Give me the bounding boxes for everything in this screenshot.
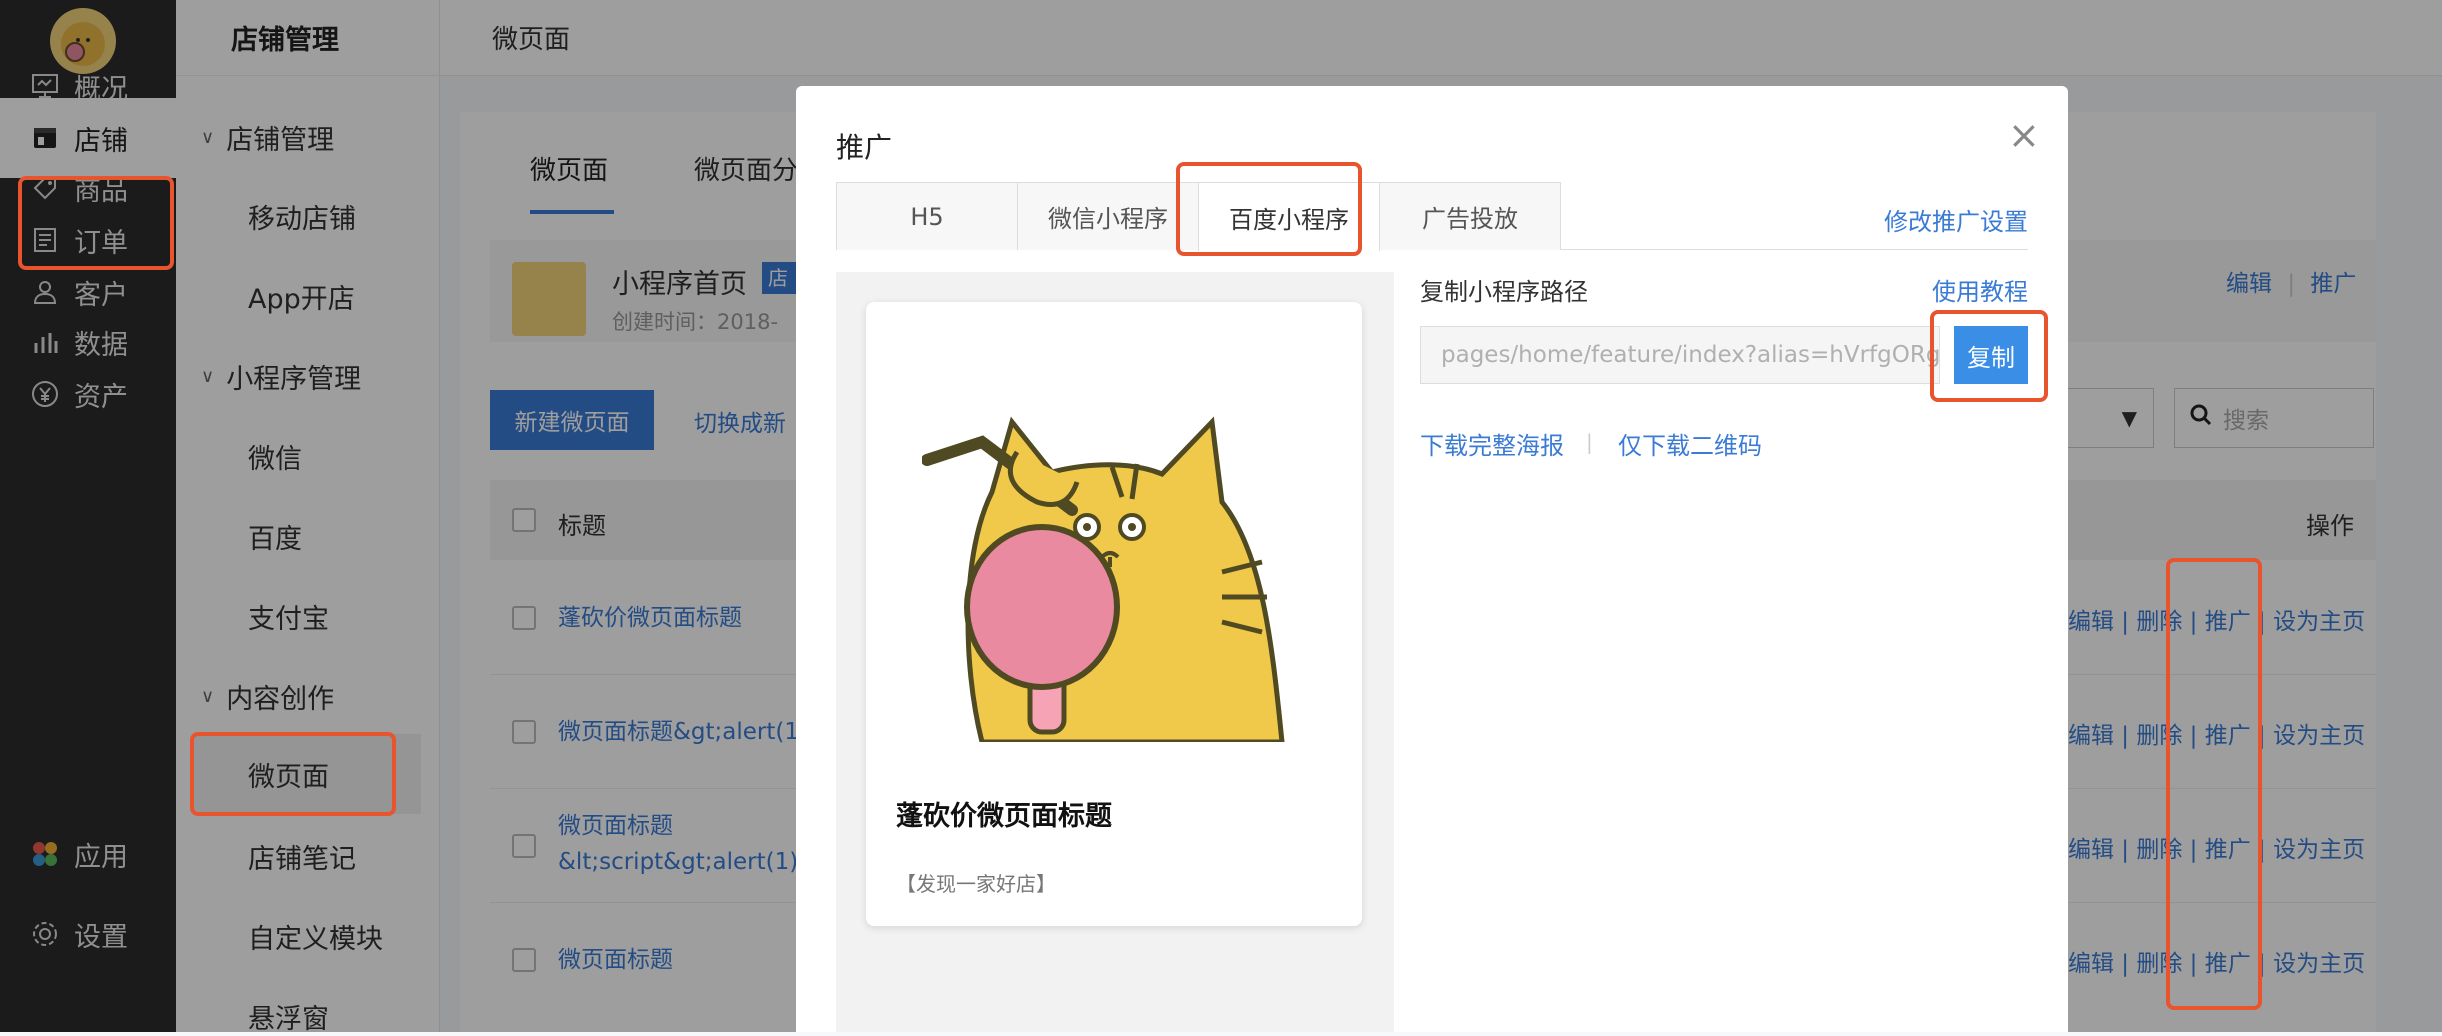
promote-tabs: H5 微信小程序 百度小程序 广告投放 修改推广设置 [836,182,2028,251]
highlight-micropage-nav [190,732,396,816]
poster-description: 【发现一家好店】 [896,872,1056,896]
copy-path-label: 复制小程序路径 [1420,278,1588,306]
poster-preview: 蓬砍价微页面标题 【发现一家好店】 [866,302,1362,926]
promote-dialog: 推广 × H5 微信小程序 百度小程序 广告投放 修改推广设置 蓬砍价微页面标题… [796,86,2068,1032]
highlight-promote-column [2166,558,2262,1010]
tab-ad-placement[interactable]: 广告投放 [1379,182,1561,250]
highlight-baidu-tab [1176,162,1362,256]
poster-title: 蓬砍价微页面标题 [896,801,1112,832]
download-qrcode-link[interactable]: 仅下载二维码 [1618,426,1762,461]
poster-image [921,382,1318,745]
tutorial-link[interactable]: 使用教程 [1932,272,2028,307]
tab-wechat-miniprogram[interactable]: 微信小程序 [1017,182,1199,250]
miniprogram-path-field[interactable]: pages/home/feature/index?alias=hVrfgORg2… [1420,326,1940,384]
link-divider: | [1586,430,1593,454]
edit-promote-settings-link[interactable]: 修改推广设置 [1884,202,2028,237]
highlight-copy-button [1930,310,2048,402]
download-poster-link[interactable]: 下载完整海报 [1420,426,1564,461]
dialog-title: 推广 [836,131,893,164]
highlight-store-nav [18,176,174,270]
close-icon[interactable]: × [2008,116,2040,154]
tab-h5[interactable]: H5 [836,182,1018,250]
